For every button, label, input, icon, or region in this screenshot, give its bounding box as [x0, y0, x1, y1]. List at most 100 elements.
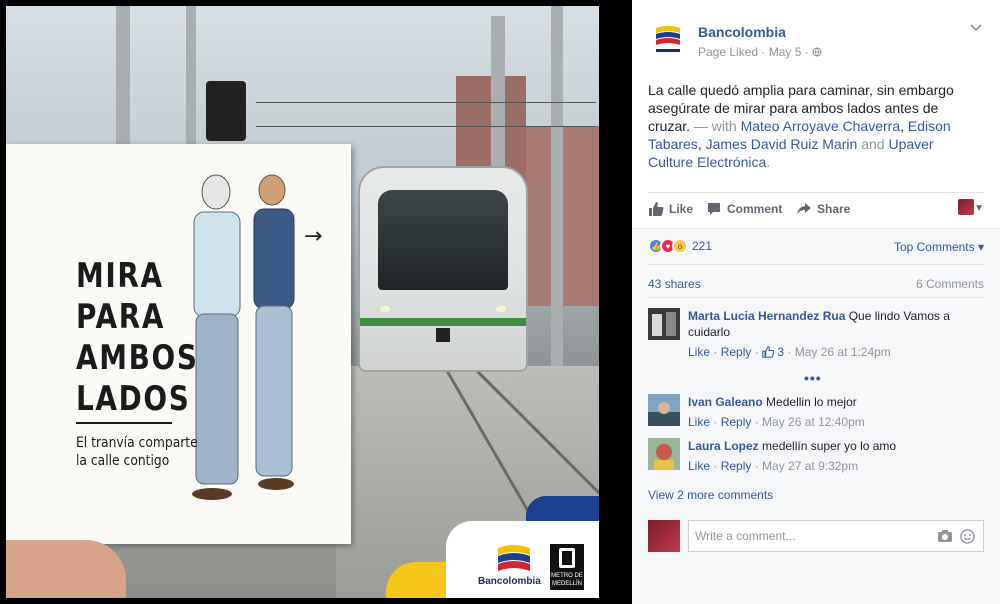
page-name-link[interactable]: Bancolombia: [698, 24, 786, 40]
post-panel: Bancolombia Page Liked · May 5 · La call…: [632, 0, 1000, 604]
metro-logo: METRO DE MEDELLÍN: [550, 544, 584, 590]
hand: [6, 540, 126, 598]
stats-row: 43 shares 6 Comments: [648, 264, 984, 298]
comment-time[interactable]: May 26 at 12:40pm: [762, 415, 865, 429]
comment-text: medellín super yo lo amo: [762, 439, 897, 453]
comment-input[interactable]: [695, 529, 915, 543]
card-title: MIRA PARA AMBOS LADOS: [76, 256, 199, 420]
comment-label: Comment: [727, 202, 783, 216]
commenter-avatar[interactable]: [648, 394, 680, 426]
comment-composer: [648, 520, 984, 552]
view-more-comments-link[interactable]: View 2 more comments: [648, 488, 773, 502]
tram-stripe: [360, 318, 526, 326]
emoji-icon[interactable]: [960, 529, 975, 544]
metro-icon: [559, 548, 575, 568]
card-title-line: MIRA: [76, 256, 164, 296]
arrow-glyph: →: [304, 224, 323, 249]
post-text: La calle quedó amplia para caminar, sin …: [648, 81, 978, 171]
commenter-name-link[interactable]: Ivan Galeano: [688, 395, 763, 409]
like-button[interactable]: Like: [648, 201, 693, 217]
share-button[interactable]: Share: [796, 201, 850, 217]
thumbs-up-icon: [649, 202, 664, 216]
card-subtitle: El tranvía comparte la calle contigo: [76, 434, 198, 470]
comment-reply-link[interactable]: Reply: [721, 415, 752, 429]
card-divider: [76, 422, 172, 424]
and-label: and: [857, 136, 889, 152]
share-label: Share: [817, 202, 851, 216]
comments-count[interactable]: 6 Comments: [916, 277, 984, 291]
comment-footer: Like · Reply · May 27 at 9:32pm: [688, 459, 859, 473]
comment-footer: Like · Reply · 3 · May 26 at 1:24pm: [688, 345, 891, 359]
comment-text: Medellin lo mejor: [766, 395, 857, 409]
comment-like-link[interactable]: Like: [688, 415, 710, 429]
overhead-wire: [256, 102, 596, 103]
post-meta-text: Page Liked · May 5 ·: [698, 45, 813, 59]
comment-time[interactable]: May 27 at 9:32pm: [762, 459, 858, 473]
utility-pole: [116, 6, 130, 156]
comment-footer: Like · Reply · May 26 at 12:40pm: [688, 415, 865, 429]
tram: [358, 166, 528, 372]
comment-body: Marta Lucia Hernandez Rua Que lindo Vamo…: [688, 308, 978, 340]
comment-reply-link[interactable]: Reply: [721, 345, 752, 359]
top-comments-dropdown[interactable]: Top Comments ▾: [894, 240, 984, 254]
shares-link[interactable]: 43 shares: [648, 277, 701, 291]
period: .: [766, 154, 771, 170]
utility-pole: [186, 6, 196, 156]
comment-reply-link[interactable]: Reply: [721, 459, 752, 473]
share-icon: [797, 203, 811, 215]
caret-down-icon[interactable]: ▼: [974, 203, 984, 214]
tram-headlight: [496, 306, 506, 312]
tagged-person-link[interactable]: James David Ruiz Marin: [706, 136, 858, 152]
reaction-count: 221: [692, 239, 713, 253]
separator: ,: [900, 118, 908, 134]
viewer-avatar[interactable]: [958, 199, 974, 215]
card-title-line: AMBOS: [76, 338, 199, 378]
thumbs-up-icon: [762, 346, 775, 358]
traffic-light: [206, 81, 246, 141]
bancolombia-logo-text: Bancolombia: [478, 576, 541, 587]
tagged-person-link[interactable]: Mateo Arroyave Chaverra: [741, 118, 901, 134]
card-title-line: PARA: [76, 297, 166, 337]
comment-button[interactable]: Comment: [706, 201, 782, 217]
comment-like-count[interactable]: 3: [777, 345, 784, 359]
card-subtitle-line: El tranvía comparte: [76, 435, 198, 451]
page-avatar[interactable]: [648, 20, 688, 60]
metro-logo-text: METRO DE MEDELLÍN: [551, 573, 583, 587]
commenter-name-link[interactable]: Laura Lopez: [688, 439, 759, 453]
comment-body: Laura Lopez medellín super yo lo amo: [688, 438, 978, 454]
tram-windshield: [378, 190, 508, 290]
viewer-avatar[interactable]: [648, 520, 680, 552]
catenary-pole: [551, 6, 563, 376]
card-title-line: LADOS: [76, 379, 191, 419]
tram-headlight: [380, 306, 390, 312]
action-bar: Like Comment Share ▼: [648, 192, 984, 224]
with-label: — with: [690, 118, 741, 134]
card-subtitle-line: la calle contigo: [76, 453, 170, 469]
globe-icon: [812, 47, 822, 57]
overhead-wire: [256, 126, 596, 127]
tram-badge: [436, 328, 450, 342]
comment-like-link[interactable]: Like: [688, 459, 710, 473]
camera-icon[interactable]: [937, 529, 953, 543]
commenter-name-link[interactable]: Marta Lucia Hernandez Rua: [688, 309, 845, 323]
post-header: Bancolombia Page Liked · May 5 ·: [632, 0, 1000, 68]
commenter-avatar[interactable]: [648, 308, 680, 340]
photo-scene: → MIRA PARA AMBOS LADOS El tranvía compa…: [6, 6, 599, 598]
like-label: Like: [669, 202, 694, 216]
commenter-avatar[interactable]: [648, 438, 680, 470]
top-comments-label: Top Comments: [893, 240, 975, 254]
bancolombia-flag-icon: [498, 545, 530, 571]
illustration-card: → MIRA PARA AMBOS LADOS El tranvía compa…: [6, 144, 351, 544]
wow-reaction-icon: o: [672, 238, 688, 254]
separator: ,: [697, 136, 706, 152]
comment-icon: [708, 203, 720, 215]
more-replies-dots[interactable]: •••: [804, 370, 822, 386]
post-meta: Page Liked · May 5 ·: [698, 45, 822, 59]
reactions-summary[interactable]: 👍 ♥ o 221: [648, 238, 712, 254]
comment-time[interactable]: May 26 at 1:24pm: [795, 345, 891, 359]
comment-body: Ivan Galeano Medellin lo mejor: [688, 394, 978, 410]
post-photo[interactable]: → MIRA PARA AMBOS LADOS El tranvía compa…: [0, 0, 632, 604]
comment-input-box[interactable]: [688, 520, 984, 552]
chevron-down-icon[interactable]: [970, 24, 982, 32]
comment-like-link[interactable]: Like: [688, 345, 710, 359]
